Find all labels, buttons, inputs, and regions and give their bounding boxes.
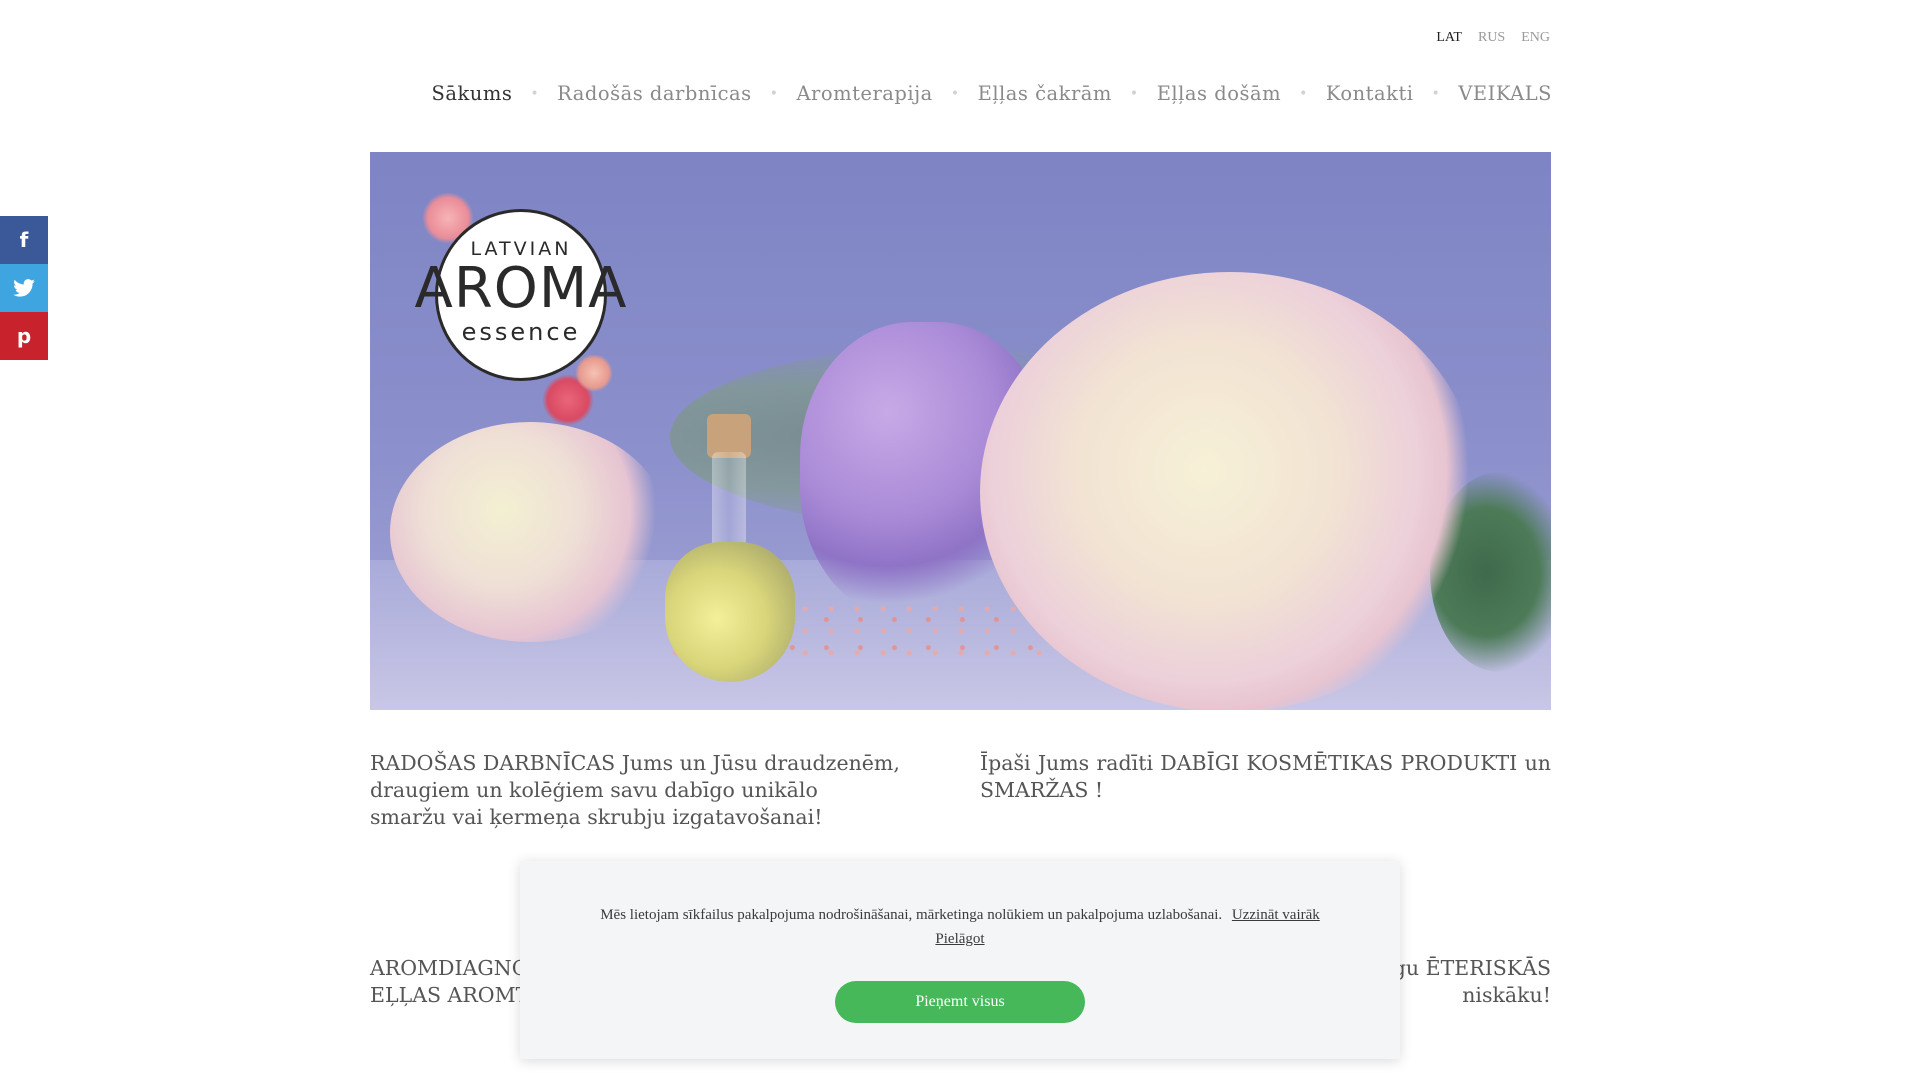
logo-flower xyxy=(575,354,613,392)
lang-eng[interactable]: ENG xyxy=(1521,30,1550,46)
hero-hydrangea-left xyxy=(390,422,670,642)
site-logo[interactable]: LATVIAN AROMA essence xyxy=(415,209,626,381)
facebook-icon[interactable]: f xyxy=(0,216,48,264)
intro-cosmetics-text: Īpaši Jums radīti DABĪGI KOSMĒTIKAS PROD… xyxy=(980,751,1551,802)
cookie-consent-banner: Mēs lietojam sīkfailus pakalpojuma nodro… xyxy=(520,861,1400,1059)
bottle-body xyxy=(665,542,795,682)
hero-hydrangea-right xyxy=(980,272,1480,710)
nav-item-aromterapija[interactable]: Aromterapija xyxy=(796,82,932,105)
main-nav: Sākums • Radošās darbnīcas • Aromterapij… xyxy=(431,82,1552,105)
logo-text-essence: essence xyxy=(461,318,581,346)
nav-item-ellas-dosam[interactable]: Eļļas došām xyxy=(1157,82,1281,105)
nav-item-sakums[interactable]: Sākums xyxy=(431,82,512,105)
nav-separator: • xyxy=(1129,85,1139,102)
cookie-accept-all-button[interactable]: Pieņemt visus xyxy=(835,981,1085,1023)
cookie-message: Mēs lietojam sīkfailus pakalpojuma nodro… xyxy=(520,903,1400,951)
cookie-learn-more-link[interactable]: Uzzināt vairāk xyxy=(1232,907,1320,923)
hero-oil-bottle xyxy=(665,414,795,682)
social-share-bar: f p xyxy=(0,216,48,360)
nav-separator: • xyxy=(1299,85,1308,102)
nav-item-ellas-cakram[interactable]: Eļļas čakrām xyxy=(978,82,1112,105)
nav-separator: • xyxy=(530,85,540,102)
pinterest-icon[interactable]: p xyxy=(0,312,48,360)
nav-item-radosas-darbnicas[interactable]: Radošās darbnīcas xyxy=(557,82,752,105)
lang-lat[interactable]: LAT xyxy=(1436,30,1462,46)
nav-item-veikals[interactable]: VEIKALS xyxy=(1458,82,1552,105)
language-switcher: LAT RUS ENG xyxy=(1436,30,1550,46)
nav-separator: • xyxy=(769,85,779,102)
hero-image: LATVIAN AROMA essence xyxy=(370,152,1551,710)
cookie-message-text: Mēs lietojam sīkfailus pakalpojuma nodro… xyxy=(600,907,1223,923)
nav-separator: • xyxy=(950,85,960,102)
nav-separator: • xyxy=(1431,85,1441,102)
cookie-customize-link[interactable]: Pielāgot xyxy=(935,931,984,947)
logo-text-aroma: AROMA xyxy=(414,256,628,321)
twitter-icon[interactable] xyxy=(0,264,48,312)
nav-item-kontakti[interactable]: Kontakti xyxy=(1326,82,1414,105)
lang-rus[interactable]: RUS xyxy=(1478,30,1505,46)
intro-workshops-text: RADOŠAS DARBNĪCAS Jums un Jūsu draudzenē… xyxy=(370,751,900,829)
